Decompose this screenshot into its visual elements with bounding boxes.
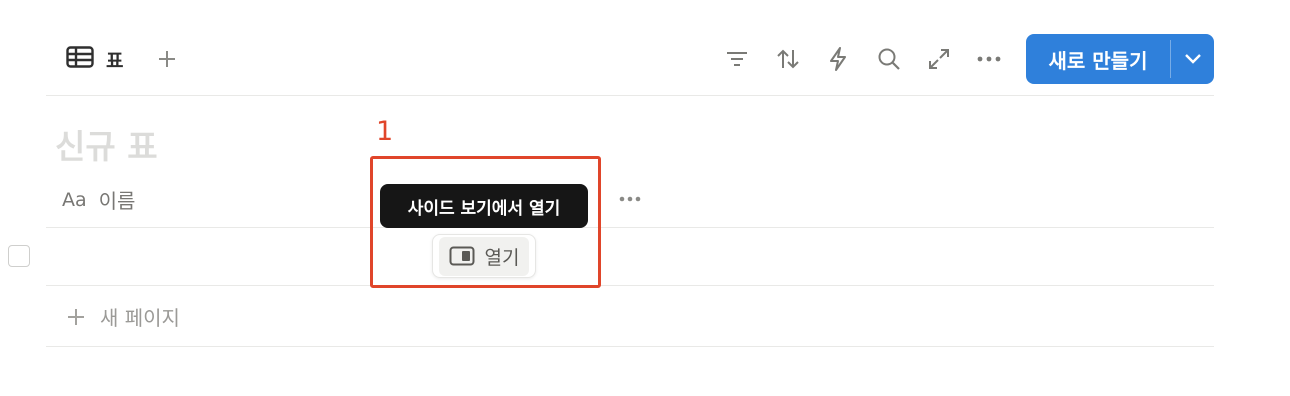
view-tab-label: 표 [106, 49, 124, 72]
chevron-down-icon [1184, 54, 1201, 64]
search-button[interactable] [876, 46, 902, 72]
expand-button[interactable] [926, 46, 952, 72]
row-divider [46, 285, 1214, 286]
row-checkbox[interactable] [8, 245, 30, 267]
new-button-group: 새로 만들기 [1026, 34, 1214, 84]
new-button-dropdown[interactable] [1171, 34, 1214, 84]
property-name: 이름 [98, 189, 136, 213]
more-icon [977, 56, 1001, 62]
automation-icon [830, 47, 846, 71]
filter-button[interactable] [724, 46, 750, 72]
view-tab-table[interactable]: 표 [66, 42, 123, 76]
database-title[interactable]: 신규 표 [55, 120, 158, 168]
open-side-peek-button[interactable]: 열기 [432, 234, 536, 278]
sort-icon [777, 49, 799, 69]
automation-button[interactable] [825, 46, 851, 72]
property-header-name[interactable]: Aa 이름 [62, 185, 135, 214]
bottom-divider [46, 346, 1214, 347]
new-page-label: 새 페이지 [100, 306, 180, 330]
toolbar-divider [46, 95, 1214, 96]
table-icon [66, 46, 94, 72]
new-button[interactable]: 새로 만들기 [1026, 34, 1170, 84]
text-property-icon: Aa [62, 188, 87, 211]
more-options-button[interactable] [976, 46, 1002, 72]
expand-icon [929, 49, 949, 69]
add-view-button[interactable] [154, 44, 180, 74]
open-button-label: 열기 [484, 246, 520, 269]
plus-icon [159, 51, 175, 67]
filter-icon [727, 52, 747, 66]
add-property-more-button[interactable] [616, 188, 644, 210]
side-peek-icon [449, 246, 475, 266]
header-divider [46, 227, 1214, 228]
search-icon [878, 48, 900, 70]
side-peek-tooltip: 사이드 보기에서 열기 [380, 184, 588, 228]
open-button-inner: 열기 [438, 236, 530, 276]
new-page-button[interactable]: 새 페이지 [66, 302, 180, 331]
plus-icon [68, 308, 84, 325]
sort-button[interactable] [775, 46, 801, 72]
annotation-number: 1 [376, 116, 394, 147]
more-icon [619, 196, 641, 202]
